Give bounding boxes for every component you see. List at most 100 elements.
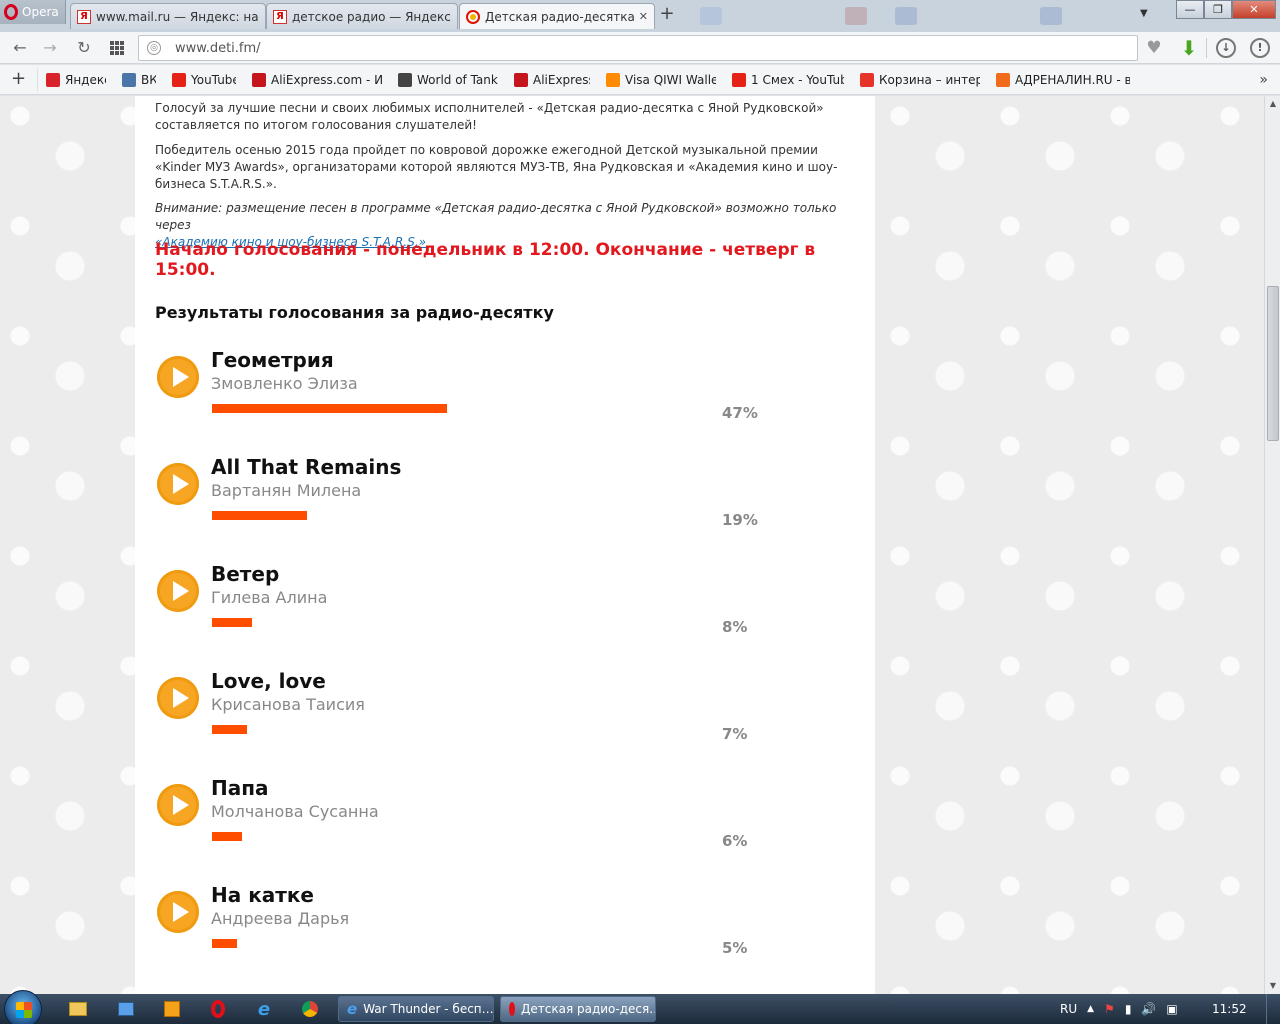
qiwi-icon: [606, 72, 620, 87]
aliexpress-icon: [252, 72, 266, 87]
chrome-icon[interactable]: [290, 997, 330, 1021]
artist-name: Гилева Алина: [211, 588, 328, 607]
media-center-icon[interactable]: [152, 997, 192, 1021]
opera-turbo-icon[interactable]: !: [1250, 38, 1270, 58]
vk-icon: [122, 72, 136, 87]
aliexpress-icon: [514, 72, 528, 87]
download-icon[interactable]: ⬇: [1178, 36, 1200, 60]
deti-fm-icon: [466, 9, 480, 24]
volume-icon[interactable]: 🔊: [1141, 1002, 1156, 1016]
address-bar[interactable]: ◎ www.deti.fm/: [138, 35, 1138, 61]
back-button[interactable]: ←: [10, 38, 30, 58]
tab-list-chevron-icon[interactable]: ▼: [1140, 8, 1148, 19]
song-title: Папа: [211, 776, 269, 800]
result-entry: Ветер Гилева Алина 8%: [155, 562, 795, 668]
clock[interactable]: 11:52: [1212, 1002, 1247, 1016]
turbo-download-icon[interactable]: ↓: [1216, 38, 1236, 58]
scroll-up-arrow-icon[interactable]: ▲: [1265, 96, 1280, 112]
maximize-button[interactable]: ❐: [1204, 0, 1232, 19]
vote-progress-bar: [212, 511, 307, 520]
new-tab-button[interactable]: +: [658, 5, 676, 25]
shield-icon[interactable]: ▣: [1166, 1002, 1177, 1016]
language-indicator[interactable]: RU: [1060, 1002, 1077, 1016]
show-desktop-button[interactable]: [1266, 994, 1280, 1024]
forward-button[interactable]: →: [40, 38, 60, 58]
song-title: Геометрия: [211, 348, 334, 372]
play-button-icon[interactable]: [157, 677, 199, 719]
intro-paragraph: Голосуй за лучшие песни и своих любимых …: [155, 101, 824, 132]
play-button-icon[interactable]: [157, 784, 199, 826]
bookmark-label: Visa QIWI Wallet: [625, 72, 716, 87]
bookmark-item[interactable]: АДРЕНАЛИН.RU - вс: [988, 69, 1138, 91]
reload-button[interactable]: ↻: [74, 38, 94, 58]
bookmark-label: AliExpress: [533, 72, 590, 87]
play-button-icon[interactable]: [157, 356, 199, 398]
play-button-icon[interactable]: [157, 891, 199, 933]
bookmark-item[interactable]: World of Tanks: [390, 69, 506, 91]
window-controls: — ❐ ✕: [1176, 0, 1276, 19]
bookmark-item[interactable]: Корзина – интернет: [852, 69, 988, 91]
scrollbar-thumb[interactable]: [1267, 286, 1279, 441]
tray-expand-icon[interactable]: ▲: [1087, 1004, 1094, 1014]
bookmark-item[interactable]: AliExpress: [506, 69, 598, 91]
bookmark-label: ВК: [141, 72, 156, 87]
bookmark-item[interactable]: AliExpress.com - Инте: [244, 69, 390, 91]
vote-progress-bar: [212, 618, 252, 627]
winner-paragraph: Победитель осенью 2015 года пройдет по к…: [155, 143, 838, 191]
bookmark-label: World of Tanks: [417, 72, 498, 87]
network-icon[interactable]: ▮: [1125, 1002, 1132, 1016]
artist-name: Крисанова Таисия: [211, 695, 365, 714]
opera-menu-button[interactable]: Opera: [0, 0, 66, 24]
bookmark-item[interactable]: Visa QIWI Wallet: [598, 69, 724, 91]
start-button[interactable]: [4, 990, 42, 1024]
ghost-tab-icon: [845, 7, 867, 25]
results-title: Результаты голосования за радио-десятку: [155, 303, 554, 322]
result-entry: На катке Андреева Дарья 5%: [155, 883, 795, 989]
tab-title: www.mail.ru — Яндекс: на: [96, 9, 259, 24]
bookmark-item[interactable]: YouTube: [164, 69, 244, 91]
tab-deti-fm[interactable]: Детская радио-десятка с ✕: [459, 3, 655, 29]
tab-yandex-search[interactable]: Я детское радио — Яндекс: [266, 3, 458, 29]
play-button-icon[interactable]: [157, 570, 199, 612]
navigation-bar: ← → ↻ ◎ www.deti.fm/ ♥ ⬇ ↓ !: [0, 32, 1280, 64]
internet-explorer-icon[interactable]: e: [244, 997, 284, 1021]
explorer-icon[interactable]: [58, 997, 98, 1021]
youtube-icon: [732, 72, 746, 87]
close-tab-icon[interactable]: ✕: [639, 10, 648, 23]
more-bookmarks-chevron-icon[interactable]: »: [1259, 72, 1268, 88]
opera-icon: [509, 1002, 515, 1016]
taskbar-task-opera[interactable]: Детская радио-деся…: [500, 996, 656, 1022]
opera-taskbar-icon[interactable]: [198, 997, 238, 1021]
wot-icon: [398, 72, 412, 87]
speed-dial-icon[interactable]: [110, 41, 124, 55]
scroll-down-arrow-icon[interactable]: ▼: [1265, 978, 1280, 994]
action-center-icon[interactable]: ⚑: [1104, 1002, 1115, 1016]
vote-progress-bar: [212, 404, 447, 413]
tab-mail[interactable]: Я www.mail.ru — Яндекс: на: [70, 3, 266, 29]
bookmark-item[interactable]: 1 Смех - YouTube: [724, 69, 852, 91]
separator: [1206, 38, 1207, 58]
vote-progress-bar: [212, 939, 237, 948]
result-entry: Love, love Крисанова Таисия 7%: [155, 669, 795, 775]
bookmarks-bar: + Яндекс ВК YouTube AliExpress.com - Инте Wo…: [0, 65, 1280, 95]
close-window-button[interactable]: ✕: [1232, 0, 1276, 19]
system-tray: RU ▲ ⚑ ▮ 🔊 ▣: [1060, 994, 1178, 1024]
ghost-tab-icon: [700, 7, 722, 25]
artist-name: Змовленко Элиза: [211, 374, 358, 393]
taskbar-task-war-thunder[interactable]: e War Thunder - бесп…: [338, 996, 494, 1022]
yandex-icon: Я: [77, 9, 91, 24]
minimize-button[interactable]: —: [1176, 0, 1204, 19]
song-title: All That Remains: [211, 455, 402, 479]
vertical-scrollbar[interactable]: ▲ ▼: [1264, 96, 1280, 994]
yandex-icon: [46, 72, 60, 87]
play-button-icon[interactable]: [157, 463, 199, 505]
bookmark-label: YouTube: [191, 72, 236, 87]
bookmark-item[interactable]: Яндекс: [38, 69, 114, 91]
url-text[interactable]: www.deti.fm/: [175, 41, 261, 56]
add-bookmark-button[interactable]: +: [0, 68, 38, 91]
media-player-icon[interactable]: [106, 997, 146, 1021]
bookmark-item[interactable]: ВК: [114, 69, 164, 91]
tab-title: детское радио — Яндекс: [292, 9, 451, 24]
bookmark-heart-icon[interactable]: ♥: [1143, 37, 1165, 59]
opera-menu-label: Opera: [22, 5, 59, 19]
